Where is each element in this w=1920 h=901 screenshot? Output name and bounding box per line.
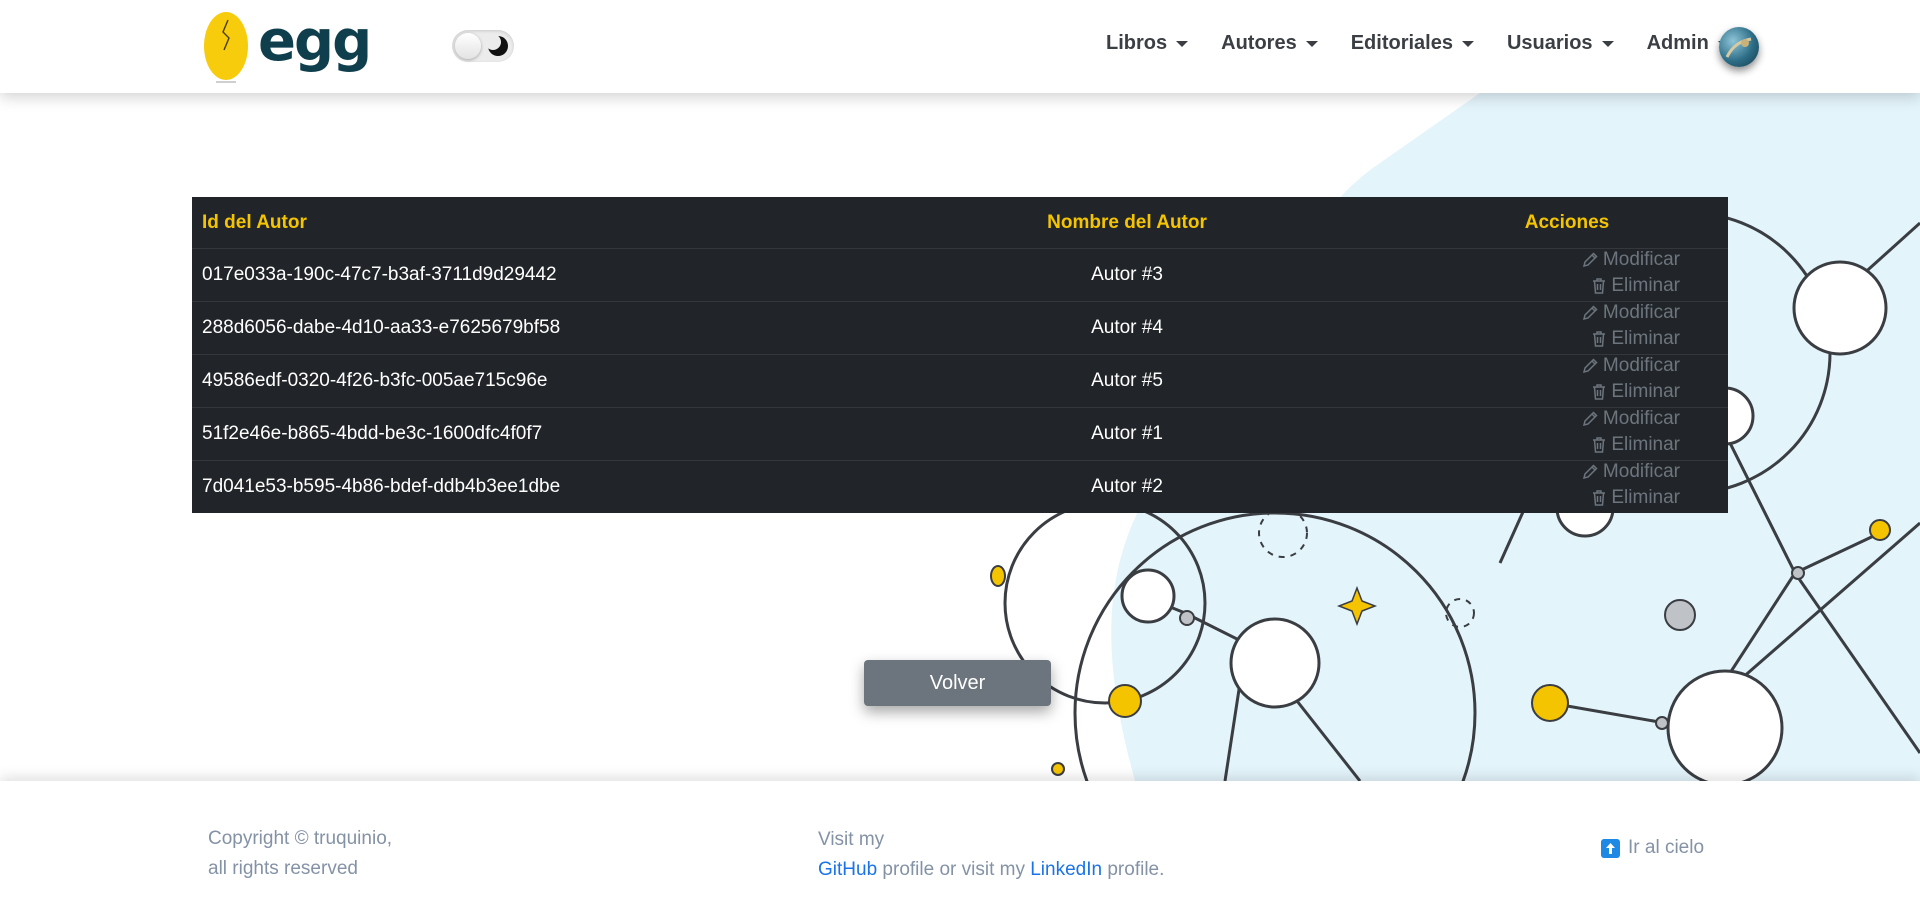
nav-autores-label: Autores xyxy=(1221,32,1297,54)
links-middle-text: profile or visit my xyxy=(877,859,1031,880)
profile-links-line: GitHub profile or visit my LinkedIn prof… xyxy=(818,855,1164,885)
main-nav: Libros Autores Editoriales Usuarios Admi… xyxy=(1106,32,1736,55)
nav-libros[interactable]: Libros xyxy=(1106,32,1189,55)
delete-label: Eliminar xyxy=(1611,487,1680,508)
chevron-down-icon xyxy=(1601,40,1614,47)
moon-icon xyxy=(485,34,508,56)
table-body: 017e033a-190c-47c7-b3af-3711d9d29442 Auto… xyxy=(192,248,1728,514)
avatar-image xyxy=(1725,37,1752,58)
pencil-icon xyxy=(1582,252,1598,268)
row-actions: Modificar Eliminar xyxy=(1452,407,1728,461)
nav-admin-label: Admin xyxy=(1646,32,1709,54)
delete-label: Eliminar xyxy=(1611,434,1680,455)
footer: Copyright © truquinio, all rights reserv… xyxy=(0,781,1920,901)
row-actions: Modificar Eliminar xyxy=(1452,461,1728,514)
delete-button[interactable]: Eliminar xyxy=(1591,275,1680,297)
footer-links: Visit my GitHub profile or visit my Link… xyxy=(818,825,1164,885)
modify-label: Modificar xyxy=(1602,461,1680,482)
table-row: 017e033a-190c-47c7-b3af-3711d9d29442 Auto… xyxy=(192,248,1728,302)
visit-prefix: Visit my xyxy=(818,829,885,850)
trash-icon xyxy=(1593,437,1606,453)
modify-button[interactable]: Modificar xyxy=(1581,249,1680,271)
trash-icon xyxy=(1593,331,1606,347)
nav-usuarios[interactable]: Usuarios xyxy=(1507,32,1614,55)
modify-label: Modificar xyxy=(1602,408,1680,429)
modify-button[interactable]: Modificar xyxy=(1581,302,1680,324)
author-id: 288d6056-dabe-4d10-aa33-e7625679bf58 xyxy=(192,301,802,355)
pencil-icon xyxy=(1582,464,1598,480)
copyright-line-2: all rights reserved xyxy=(208,858,358,879)
authors-table: Id del Autor Nombre del Autor Acciones 0… xyxy=(192,197,1728,513)
arrow-up-icon xyxy=(1601,838,1620,858)
author-name: Autor #1 xyxy=(802,407,1452,461)
author-id: 017e033a-190c-47c7-b3af-3711d9d29442 xyxy=(192,248,802,302)
chevron-down-icon xyxy=(1461,40,1474,47)
table-row: 51f2e46e-b865-4bdd-be3c-1600dfc4f0f7 Auto… xyxy=(192,407,1728,461)
scroll-to-top-link[interactable]: Ir al cielo xyxy=(1601,837,1704,859)
table-header-row: Id del Autor Nombre del Autor Acciones xyxy=(192,197,1728,249)
modify-button[interactable]: Modificar xyxy=(1581,408,1680,430)
chevron-down-icon xyxy=(1176,40,1189,47)
footer-copyright: Copyright © truquinio, all rights reserv… xyxy=(208,824,392,884)
back-button[interactable]: Volver xyxy=(864,660,1051,706)
nav-usuarios-label: Usuarios xyxy=(1506,32,1593,54)
nav-admin[interactable]: Admin xyxy=(1647,32,1730,55)
author-name: Autor #3 xyxy=(802,248,1452,302)
modify-button[interactable]: Modificar xyxy=(1581,355,1680,377)
column-header-actions: Acciones xyxy=(1452,197,1728,249)
row-actions: Modificar Eliminar xyxy=(1452,301,1728,355)
theme-toggle[interactable] xyxy=(452,30,514,62)
table-row: 288d6056-dabe-4d10-aa33-e7625679bf58 Auto… xyxy=(192,301,1728,355)
delete-button[interactable]: Eliminar xyxy=(1591,381,1680,403)
author-id: 7d041e53-b595-4b86-bdef-ddb4b3ee1dbe xyxy=(202,476,561,497)
copyright-line-1: Copyright © truquinio, xyxy=(208,828,393,849)
delete-label: Eliminar xyxy=(1611,328,1680,349)
egg-logo-icon xyxy=(204,12,248,83)
author-id: 49586edf-0320-4f26-b3fc-005ae715c96e xyxy=(192,354,802,408)
author-name: Autor #4 xyxy=(802,301,1452,355)
chevron-down-icon xyxy=(1305,40,1318,47)
delete-button[interactable]: Eliminar xyxy=(1591,328,1680,350)
author-name: Autor #2 xyxy=(1091,476,1163,497)
brand-logo[interactable]: egg xyxy=(202,9,372,84)
table-row: 49586edf-0320-4f26-b3fc-005ae715c96e Auto… xyxy=(192,354,1728,408)
delete-label: Eliminar xyxy=(1611,381,1680,402)
modify-button[interactable]: Modificar xyxy=(1581,461,1680,483)
trash-icon xyxy=(1593,278,1606,294)
pencil-icon xyxy=(1582,305,1598,321)
column-header-id: Id del Autor xyxy=(192,197,802,249)
github-link[interactable]: GitHub xyxy=(818,859,877,880)
scroll-to-top-label: Ir al cielo xyxy=(1628,837,1705,858)
links-suffix-text: profile. xyxy=(1102,859,1165,880)
modify-label: Modificar xyxy=(1602,355,1680,376)
nav-editoriales-label: Editoriales xyxy=(1350,32,1453,54)
column-header-name: Nombre del Autor xyxy=(802,197,1452,249)
modify-label: Modificar xyxy=(1602,249,1680,270)
toggle-knob xyxy=(455,33,481,59)
author-id: 51f2e46e-b865-4bdd-be3c-1600dfc4f0f7 xyxy=(192,407,802,461)
pencil-icon xyxy=(1582,358,1598,374)
delete-button[interactable]: Eliminar xyxy=(1591,434,1680,456)
trash-icon xyxy=(1593,384,1606,400)
modify-label: Modificar xyxy=(1602,302,1680,323)
row-actions: Modificar Eliminar xyxy=(1452,248,1728,302)
nav-editoriales[interactable]: Editoriales xyxy=(1351,32,1474,55)
author-name: Autor #5 xyxy=(802,354,1452,408)
nav-libros-label: Libros xyxy=(1106,32,1168,54)
row-actions: Modificar Eliminar xyxy=(1452,354,1728,408)
trash-icon xyxy=(1593,490,1606,506)
linkedin-link[interactable]: LinkedIn xyxy=(1030,859,1102,880)
table-row: 7d041e53-b595-4b86-bdef-ddb4b3ee1dbe Auto… xyxy=(192,461,1728,514)
pencil-icon xyxy=(1582,411,1598,427)
nav-autores[interactable]: Autores xyxy=(1221,32,1318,55)
brand-name: egg xyxy=(258,9,372,74)
navbar: egg Libros Autores Editoriales Usuarios … xyxy=(0,0,1920,93)
delete-button[interactable]: Eliminar xyxy=(1591,487,1680,509)
user-avatar[interactable] xyxy=(1719,27,1759,67)
delete-label: Eliminar xyxy=(1611,275,1680,296)
